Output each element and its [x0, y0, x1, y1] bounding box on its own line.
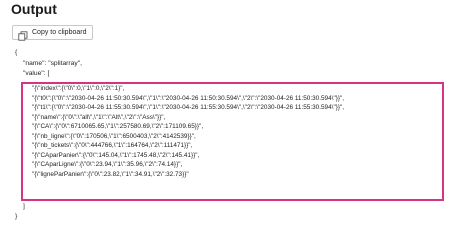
json-value-line: "{\"nb_tickets\":{\"0\":444766,\"1\":164…: [32, 142, 193, 149]
json-close-brace: }: [15, 213, 18, 220]
output-title: Output: [11, 1, 57, 17]
json-value-line: "{\"nb_ligne\":{\"0\":170506,\"1\":65004…: [32, 132, 196, 140]
json-name-line: "name": "splitarray",: [23, 60, 82, 67]
json-value-line: "{\"t1\":{\"0\":\"2030-04-26 11:55:30.59…: [32, 104, 345, 111]
copy-button-label: Copy to clipboard: [32, 29, 87, 36]
output-panel: Output Copy to clipboard { "name": "spli…: [0, 0, 474, 252]
copy-icon: [18, 28, 28, 41]
json-value-line: "{\"CAparLigne\":{\"0\":23.94,\"1\":35.9…: [32, 161, 183, 168]
json-open-brace: {: [15, 49, 18, 56]
json-value-list: "{\"index\":{\"0\":0,\"1\":0,\"2\":1}", …: [32, 84, 344, 179]
json-value-line: "{\"ligneParPanier\":{\"0\":23.82,\"1\":…: [32, 170, 189, 178]
json-close-bracket: ]: [23, 203, 25, 210]
json-value-line: "{\"name\":{\"0\":\"all\",\"1\":\"Alt\",…: [32, 113, 166, 121]
copy-to-clipboard-button[interactable]: Copy to clipboard: [12, 25, 94, 41]
json-value-key-line: "value": [: [23, 70, 50, 77]
json-value-line: "{\"CA\":{\"0\":6710065.65,\"1\":257580.…: [32, 123, 204, 130]
json-value-line: "{\"t0\":{\"0\":\"2030-04-26 11:50:30.59…: [32, 94, 345, 102]
json-value-line: "{\"index\":{\"0\":0,\"1\":0,\"2\":1}",: [32, 85, 125, 92]
json-value-line: "{\"CAparPanier\":{\"0\":145.04,\"1\":17…: [32, 151, 200, 159]
